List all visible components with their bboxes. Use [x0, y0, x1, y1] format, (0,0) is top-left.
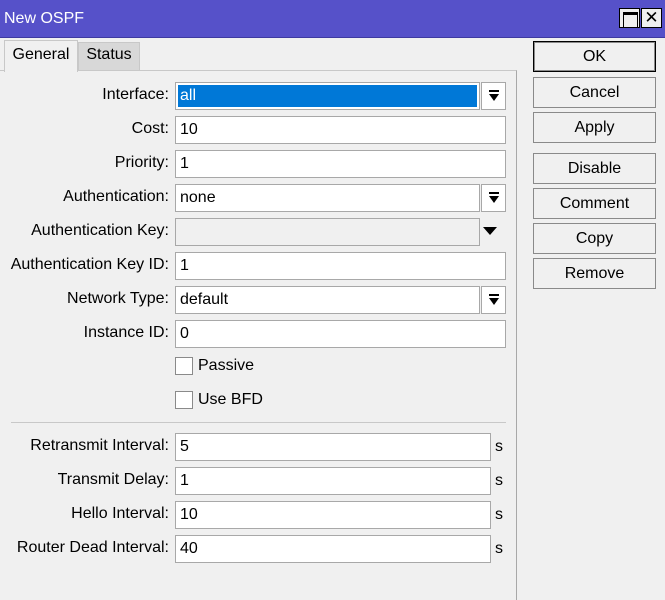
interface-value: all: [178, 85, 477, 107]
cost-field[interactable]: 10: [175, 116, 506, 144]
transmit-delay-field[interactable]: 1: [175, 467, 491, 495]
cancel-button[interactable]: Cancel: [533, 77, 656, 108]
comment-button[interactable]: Comment: [533, 188, 656, 219]
cost-label: Cost:: [131, 120, 169, 137]
interface-row: Interface: all: [0, 82, 517, 110]
authentication-dropdown-icon[interactable]: [481, 184, 506, 212]
retransmit-interval-label: Retransmit Interval:: [30, 437, 169, 454]
passive-label[interactable]: Passive: [198, 357, 254, 375]
authentication-field[interactable]: none: [175, 184, 480, 212]
instance-id-row: Instance ID: 0: [0, 320, 517, 348]
transmit-delay-label: Transmit Delay:: [57, 471, 169, 488]
interface-field[interactable]: all: [175, 82, 480, 110]
remove-button[interactable]: Remove: [533, 258, 656, 289]
instance-id-field[interactable]: 0: [175, 320, 506, 348]
window-title: New OSPF: [4, 10, 85, 27]
authentication-row: Authentication: none: [0, 184, 517, 212]
authentication-key-label: Authentication Key:: [31, 222, 169, 239]
maximize-icon[interactable]: [619, 8, 640, 28]
hello-interval-row: Hello Interval: 10 s: [0, 501, 517, 529]
general-panel: Interface: all Cost: 10 Priority: 1 Auth…: [0, 70, 517, 600]
tab-general[interactable]: General: [4, 40, 78, 72]
network-type-dropdown-icon[interactable]: [481, 286, 506, 314]
authentication-key-dropdown-icon[interactable]: [483, 227, 497, 235]
use-bfd-checkbox[interactable]: [175, 391, 193, 409]
interface-dropdown-icon[interactable]: [481, 82, 506, 110]
authentication-label: Authentication:: [63, 188, 169, 205]
tab-status[interactable]: Status: [78, 42, 140, 70]
transmit-delay-row: Transmit Delay: 1 s: [0, 467, 517, 495]
disable-button[interactable]: Disable: [533, 153, 656, 184]
title-bar: New OSPF ✕: [0, 0, 665, 38]
retransmit-interval-field[interactable]: 5: [175, 433, 491, 461]
section-divider: [11, 422, 506, 423]
hello-interval-field[interactable]: 10: [175, 501, 491, 529]
authentication-key-id-row: Authentication Key ID: 1: [0, 252, 517, 280]
apply-button[interactable]: Apply: [533, 112, 656, 143]
ok-button[interactable]: OK: [533, 41, 656, 72]
hello-interval-unit: s: [495, 506, 503, 523]
priority-field[interactable]: 1: [175, 150, 506, 178]
router-dead-interval-label: Router Dead Interval:: [16, 539, 169, 556]
passive-checkbox-row[interactable]: Passive: [175, 357, 475, 379]
use-bfd-checkbox-row[interactable]: Use BFD: [175, 391, 475, 413]
priority-label: Priority:: [114, 154, 169, 171]
router-dead-interval-unit: s: [495, 540, 503, 557]
close-icon[interactable]: ✕: [641, 8, 662, 28]
authentication-key-row: Authentication Key:: [0, 218, 517, 246]
passive-checkbox[interactable]: [175, 357, 193, 375]
hello-interval-label: Hello Interval:: [71, 505, 169, 522]
interface-label: Interface:: [102, 86, 169, 103]
network-type-field[interactable]: default: [175, 286, 480, 314]
retransmit-interval-unit: s: [495, 438, 503, 455]
retransmit-interval-row: Retransmit Interval: 5 s: [0, 433, 517, 461]
use-bfd-label[interactable]: Use BFD: [198, 391, 263, 409]
transmit-delay-unit: s: [495, 472, 503, 489]
router-dead-interval-field[interactable]: 40: [175, 535, 491, 563]
authentication-key-id-label: Authentication Key ID:: [10, 256, 169, 273]
cost-row: Cost: 10: [0, 116, 517, 144]
network-type-label: Network Type:: [67, 290, 169, 307]
router-dead-interval-row: Router Dead Interval: 40 s: [0, 535, 517, 563]
priority-row: Priority: 1: [0, 150, 517, 178]
instance-id-label: Instance ID:: [83, 324, 169, 341]
copy-button[interactable]: Copy: [533, 223, 656, 254]
network-type-row: Network Type: default: [0, 286, 517, 314]
authentication-key-id-field[interactable]: 1: [175, 252, 506, 280]
authentication-key-field[interactable]: [175, 218, 480, 246]
